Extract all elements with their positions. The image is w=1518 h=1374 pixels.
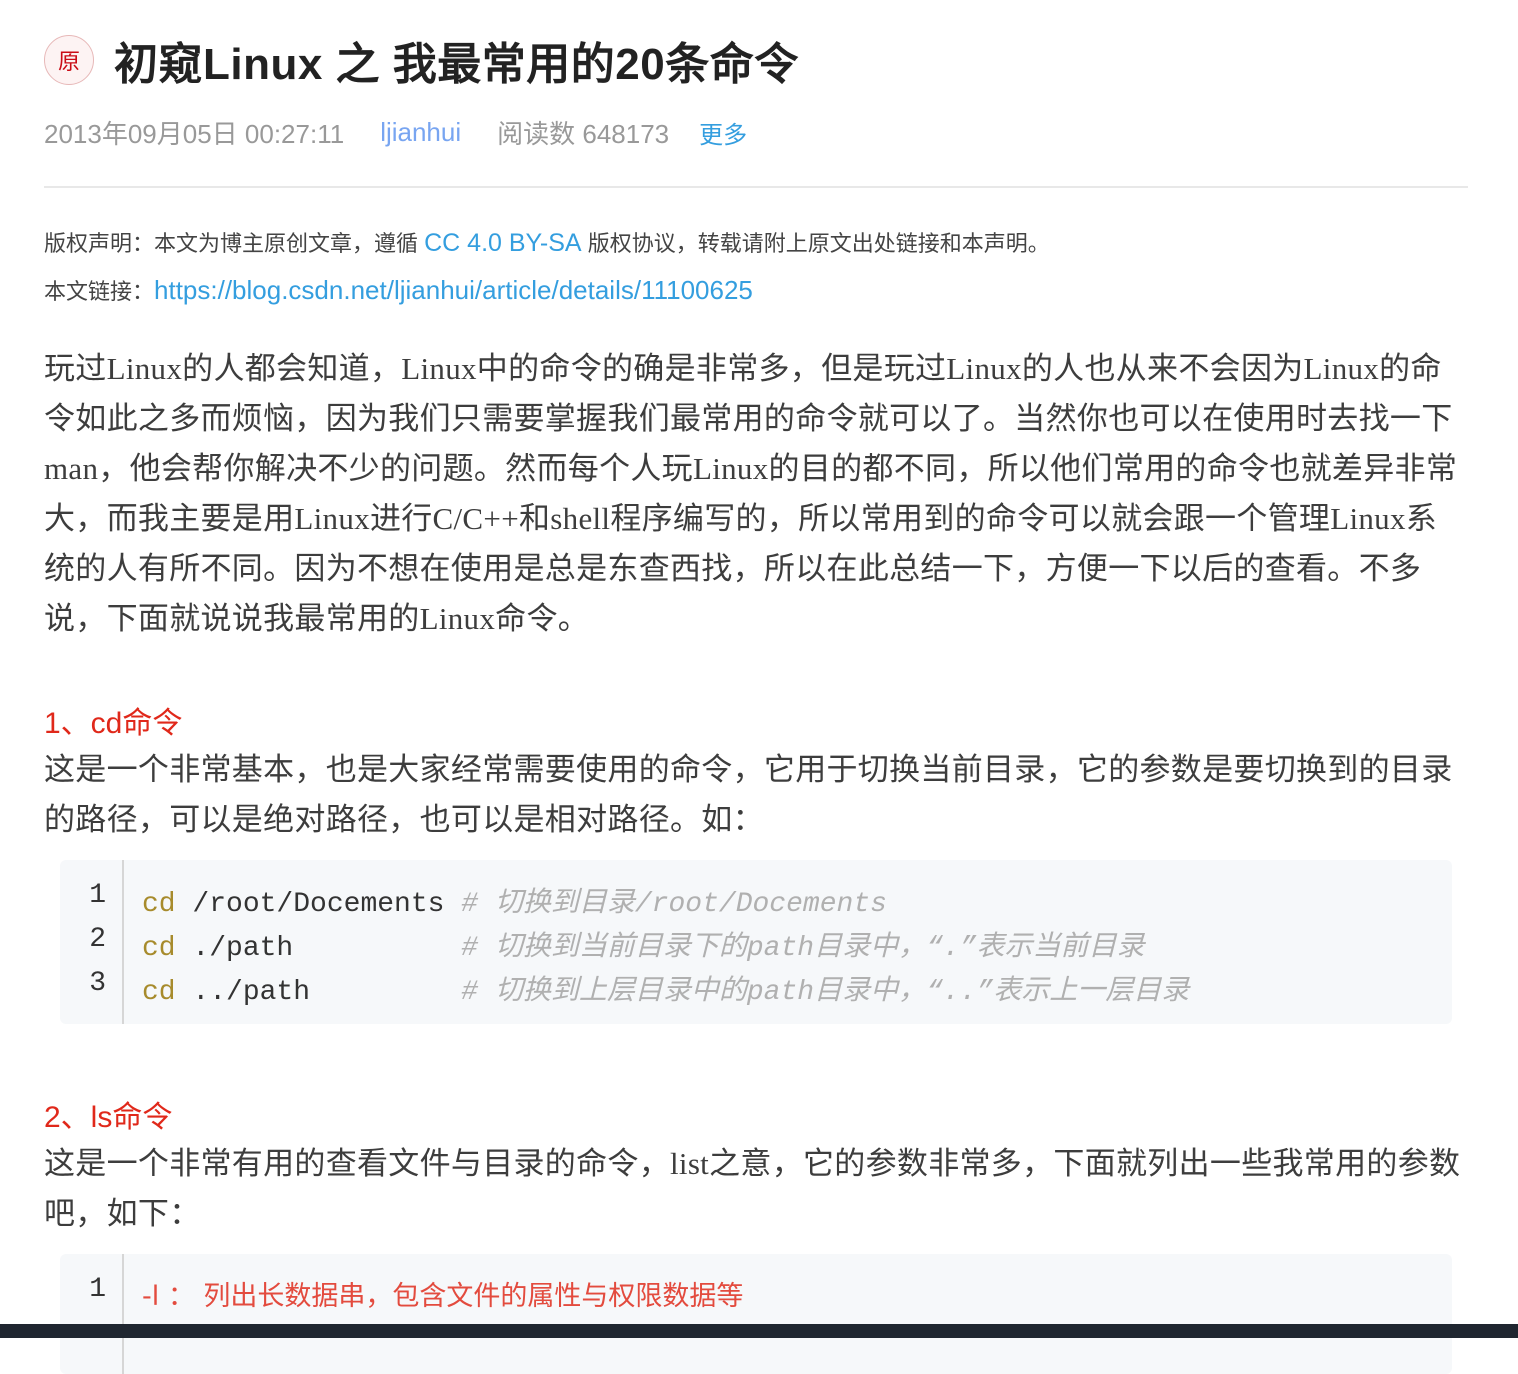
- code-argument: ./path: [175, 933, 462, 964]
- line-number: 1: [89, 880, 106, 911]
- author-link[interactable]: ljianhui: [380, 117, 461, 148]
- article-meta: 2013年09月05日 00:27:11 ljianhui 阅读数 648173…: [44, 114, 747, 151]
- article-link-line: 本文链接：https://blog.csdn.net/ljianhui/arti…: [44, 274, 753, 306]
- code-line: -l ： 列出长数据串，包含文件的属性与权限数据等: [142, 1281, 744, 1312]
- original-badge: 原: [44, 35, 94, 85]
- section-heading-ls: 2、ls命令: [44, 1101, 173, 1134]
- section-text-ls: 这是一个非常有用的查看文件与目录的命令，list之意，它的参数非常多，下面就列出…: [44, 1146, 1461, 1231]
- bottom-toolbar: [0, 1324, 1518, 1338]
- code-argument: /root/Docements: [175, 889, 462, 920]
- code-keyword: cd: [142, 933, 176, 964]
- code-comment: # 切换到当前目录下的path目录中，“.”表示当前目录: [461, 933, 1145, 964]
- license-link[interactable]: CC 4.0 BY-SA: [424, 229, 581, 257]
- code-block-cd: 1 cd /root/Docements # 切换到目录/root/Doceme…: [60, 860, 1452, 1024]
- copyright-notice: 版权声明：本文为博主原创文章，遵循 CC 4.0 BY-SA 版权协议，转载请附…: [44, 226, 1050, 258]
- code-keyword: cd: [142, 977, 176, 1008]
- section-text-cd: 这是一个非常基本，也是大家经常需要使用的命令，它用于切换当前目录，它的参数是要切…: [44, 752, 1453, 837]
- line-number: 1: [89, 1274, 106, 1305]
- code-line: cd /root/Docements # 切换到目录/root/Docement…: [142, 880, 887, 920]
- intro-paragraph: 玩过Linux的人都会知道，Linux中的命令的确是非常多，但是玩过Linux的…: [44, 351, 1458, 636]
- title-row: 原 初窥Linux 之 我最常用的20条命令: [44, 30, 799, 90]
- copyright-prefix: 版权声明：本文为博主原创文章，遵循: [44, 231, 425, 256]
- code-comment: # 切换到目录/root/Docements: [461, 889, 887, 920]
- line-number: 3: [89, 968, 106, 999]
- read-count: 阅读数 648173: [497, 119, 670, 149]
- line-number: 2: [89, 924, 106, 955]
- code-line: cd ./path # 切换到当前目录下的path目录中，“.”表示当前目录: [142, 924, 1145, 964]
- section-heading-cd: 1、cd命令: [44, 707, 183, 740]
- divider: [44, 186, 1468, 188]
- publish-date: 2013年09月05日 00:27:11: [44, 119, 345, 149]
- article-title: 初窥Linux 之 我最常用的20条命令: [114, 40, 799, 89]
- code-line: cd ../path # 切换到上层目录中的path目录中，“..”表示上一层目…: [142, 968, 1189, 1008]
- more-link[interactable]: 更多: [699, 115, 747, 150]
- code-comment: # 切换到上层目录中的path目录中，“..”表示上一层目录: [461, 977, 1190, 1008]
- code-argument: ../path: [175, 977, 462, 1008]
- article-url-link[interactable]: https://blog.csdn.net/ljianhui/article/d…: [154, 275, 753, 305]
- code-block-ls: 1 -l ： 列出长数据串，包含文件的属性与权限数据等: [60, 1254, 1452, 1374]
- article-link-label: 本文链接：: [44, 279, 155, 304]
- code-keyword: cd: [142, 889, 176, 920]
- code-gutter: [60, 1254, 124, 1374]
- copyright-suffix: 版权协议，转载请附上原文出处链接和本声明。: [581, 231, 1050, 256]
